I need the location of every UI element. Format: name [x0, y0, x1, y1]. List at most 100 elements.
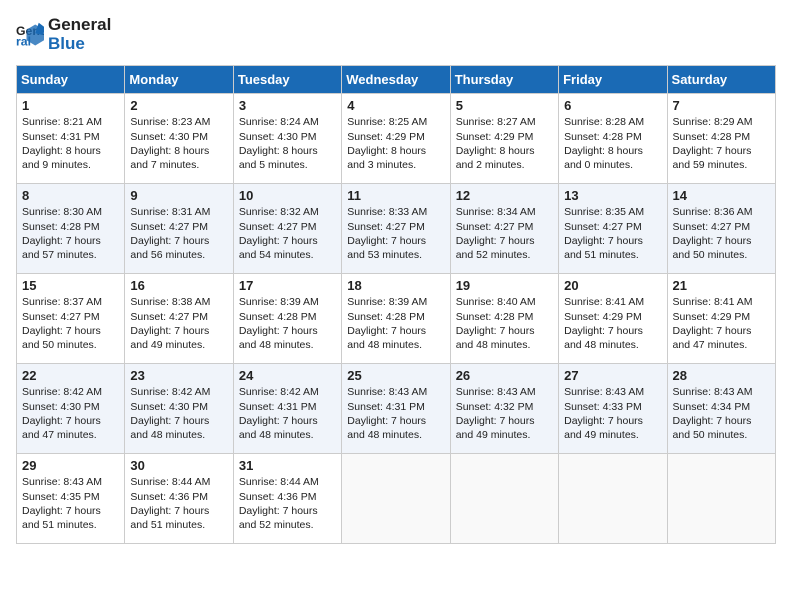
day-number: 3: [239, 98, 336, 113]
cell-info: Sunrise: 8:24 AMSunset: 4:30 PMDaylight:…: [239, 115, 336, 172]
day-number: 24: [239, 368, 336, 383]
calendar-cell: 5 Sunrise: 8:27 AMSunset: 4:29 PMDaylight…: [450, 94, 558, 184]
day-number: 30: [130, 458, 227, 473]
calendar-cell: 19 Sunrise: 8:40 AMSunset: 4:28 PMDayligh…: [450, 274, 558, 364]
calendar-cell: 1 Sunrise: 8:21 AMSunset: 4:31 PMDaylight…: [17, 94, 125, 184]
calendar-cell: 21Sunrise: 8:41 AMSunset: 4:29 PMDayligh…: [667, 274, 775, 364]
cell-info: Sunrise: 8:34 AMSunset: 4:27 PMDaylight:…: [456, 205, 553, 262]
day-number: 6: [564, 98, 661, 113]
col-header-thursday: Thursday: [450, 66, 558, 94]
calendar-cell: [342, 454, 450, 544]
calendar-cell: 2Sunrise: 8:23 AMSunset: 4:30 PMDaylight…: [125, 94, 233, 184]
calendar-cell: 31 Sunrise: 8:44 AMSunset: 4:36 PMDayligh…: [233, 454, 341, 544]
col-header-saturday: Saturday: [667, 66, 775, 94]
day-number: 14: [673, 188, 770, 203]
day-number: 23: [130, 368, 227, 383]
cell-info: Sunrise: 8:28 AMSunset: 4:28 PMDaylight:…: [564, 115, 661, 172]
day-number: 17: [239, 278, 336, 293]
cell-info: Sunrise: 8:39 AMSunset: 4:28 PMDaylight:…: [347, 295, 444, 352]
week-row-2: 8 Sunrise: 8:30 AMSunset: 4:28 PMDaylight…: [17, 184, 776, 274]
day-number: 7: [673, 98, 770, 113]
day-number: 19: [456, 278, 553, 293]
day-number: 18: [347, 278, 444, 293]
calendar-cell: 7 Sunrise: 8:29 AMSunset: 4:28 PMDaylight…: [667, 94, 775, 184]
cell-info: Sunrise: 8:30 AMSunset: 4:28 PMDaylight:…: [22, 205, 119, 262]
col-header-monday: Monday: [125, 66, 233, 94]
week-row-1: 1 Sunrise: 8:21 AMSunset: 4:31 PMDaylight…: [17, 94, 776, 184]
day-number: 13: [564, 188, 661, 203]
col-header-friday: Friday: [559, 66, 667, 94]
calendar-cell: 8 Sunrise: 8:30 AMSunset: 4:28 PMDaylight…: [17, 184, 125, 274]
cell-info: Sunrise: 8:42 AMSunset: 4:31 PMDaylight:…: [239, 385, 336, 442]
calendar-cell: 23 Sunrise: 8:42 AMSunset: 4:30 PMDayligh…: [125, 364, 233, 454]
cell-info: Sunrise: 8:27 AMSunset: 4:29 PMDaylight:…: [456, 115, 553, 172]
header-row: SundayMondayTuesdayWednesdayThursdayFrid…: [17, 66, 776, 94]
cell-info: Sunrise: 8:41 AMSunset: 4:29 PMDaylight:…: [564, 295, 661, 352]
cell-info: Sunrise: 8:21 AMSunset: 4:31 PMDaylight:…: [22, 115, 119, 172]
cell-info: Sunrise: 8:43 AMSunset: 4:31 PMDaylight:…: [347, 385, 444, 442]
cell-info: Sunrise: 8:29 AMSunset: 4:28 PMDaylight:…: [673, 115, 770, 172]
cell-info: Sunrise: 8:39 AMSunset: 4:28 PMDaylight:…: [239, 295, 336, 352]
calendar-cell: 18 Sunrise: 8:39 AMSunset: 4:28 PMDayligh…: [342, 274, 450, 364]
logo-icon: Gene ral: [16, 21, 44, 49]
cell-info: Sunrise: 8:43 AMSunset: 4:35 PMDaylight:…: [22, 475, 119, 532]
day-number: 27: [564, 368, 661, 383]
day-number: 20: [564, 278, 661, 293]
day-number: 28: [673, 368, 770, 383]
day-number: 9: [130, 188, 227, 203]
day-number: 4: [347, 98, 444, 113]
day-number: 16: [130, 278, 227, 293]
day-number: 25: [347, 368, 444, 383]
calendar-cell: 27Sunrise: 8:43 AMSunset: 4:33 PMDayligh…: [559, 364, 667, 454]
calendar-cell: 3 Sunrise: 8:24 AMSunset: 4:30 PMDaylight…: [233, 94, 341, 184]
cell-info: Sunrise: 8:42 AMSunset: 4:30 PMDaylight:…: [130, 385, 227, 442]
week-row-4: 22 Sunrise: 8:42 AMSunset: 4:30 PMDayligh…: [17, 364, 776, 454]
cell-info: Sunrise: 8:25 AMSunset: 4:29 PMDaylight:…: [347, 115, 444, 172]
col-header-sunday: Sunday: [17, 66, 125, 94]
day-number: 12: [456, 188, 553, 203]
calendar-cell: [667, 454, 775, 544]
week-row-5: 29Sunrise: 8:43 AMSunset: 4:35 PMDayligh…: [17, 454, 776, 544]
day-number: 31: [239, 458, 336, 473]
day-number: 1: [22, 98, 119, 113]
cell-info: Sunrise: 8:42 AMSunset: 4:30 PMDaylight:…: [22, 385, 119, 442]
cell-info: Sunrise: 8:41 AMSunset: 4:29 PMDaylight:…: [673, 295, 770, 352]
cell-info: Sunrise: 8:33 AMSunset: 4:27 PMDaylight:…: [347, 205, 444, 262]
logo: Gene ral General Blue: [16, 16, 111, 53]
calendar-cell: 20 Sunrise: 8:41 AMSunset: 4:29 PMDayligh…: [559, 274, 667, 364]
calendar-cell: 13 Sunrise: 8:35 AMSunset: 4:27 PMDayligh…: [559, 184, 667, 274]
calendar-cell: 6 Sunrise: 8:28 AMSunset: 4:28 PMDaylight…: [559, 94, 667, 184]
calendar-cell: 10Sunrise: 8:32 AMSunset: 4:27 PMDayligh…: [233, 184, 341, 274]
calendar-cell: 30Sunrise: 8:44 AMSunset: 4:36 PMDayligh…: [125, 454, 233, 544]
calendar-cell: [559, 454, 667, 544]
cell-info: Sunrise: 8:37 AMSunset: 4:27 PMDaylight:…: [22, 295, 119, 352]
calendar-cell: 9 Sunrise: 8:31 AMSunset: 4:27 PMDaylight…: [125, 184, 233, 274]
calendar-cell: 26Sunrise: 8:43 AMSunset: 4:32 PMDayligh…: [450, 364, 558, 454]
cell-info: Sunrise: 8:40 AMSunset: 4:28 PMDaylight:…: [456, 295, 553, 352]
page-header: Gene ral General Blue: [16, 16, 776, 53]
day-number: 26: [456, 368, 553, 383]
calendar-cell: 29Sunrise: 8:43 AMSunset: 4:35 PMDayligh…: [17, 454, 125, 544]
day-number: 10: [239, 188, 336, 203]
cell-info: Sunrise: 8:31 AMSunset: 4:27 PMDaylight:…: [130, 205, 227, 262]
day-number: 8: [22, 188, 119, 203]
calendar-table: SundayMondayTuesdayWednesdayThursdayFrid…: [16, 65, 776, 544]
cell-info: Sunrise: 8:44 AMSunset: 4:36 PMDaylight:…: [239, 475, 336, 532]
calendar-cell: 16Sunrise: 8:38 AMSunset: 4:27 PMDayligh…: [125, 274, 233, 364]
calendar-cell: 25 Sunrise: 8:43 AMSunset: 4:31 PMDayligh…: [342, 364, 450, 454]
cell-info: Sunrise: 8:35 AMSunset: 4:27 PMDaylight:…: [564, 205, 661, 262]
day-number: 15: [22, 278, 119, 293]
col-header-tuesday: Tuesday: [233, 66, 341, 94]
calendar-cell: 14 Sunrise: 8:36 AMSunset: 4:27 PMDayligh…: [667, 184, 775, 274]
logo-text-general: General: [48, 16, 111, 35]
cell-info: Sunrise: 8:36 AMSunset: 4:27 PMDaylight:…: [673, 205, 770, 262]
day-number: 22: [22, 368, 119, 383]
col-header-wednesday: Wednesday: [342, 66, 450, 94]
calendar-cell: 22 Sunrise: 8:42 AMSunset: 4:30 PMDayligh…: [17, 364, 125, 454]
day-number: 5: [456, 98, 553, 113]
calendar-cell: 24 Sunrise: 8:42 AMSunset: 4:31 PMDayligh…: [233, 364, 341, 454]
calendar-cell: 11 Sunrise: 8:33 AMSunset: 4:27 PMDayligh…: [342, 184, 450, 274]
day-number: 11: [347, 188, 444, 203]
cell-info: Sunrise: 8:43 AMSunset: 4:34 PMDaylight:…: [673, 385, 770, 442]
calendar-cell: 4 Sunrise: 8:25 AMSunset: 4:29 PMDaylight…: [342, 94, 450, 184]
